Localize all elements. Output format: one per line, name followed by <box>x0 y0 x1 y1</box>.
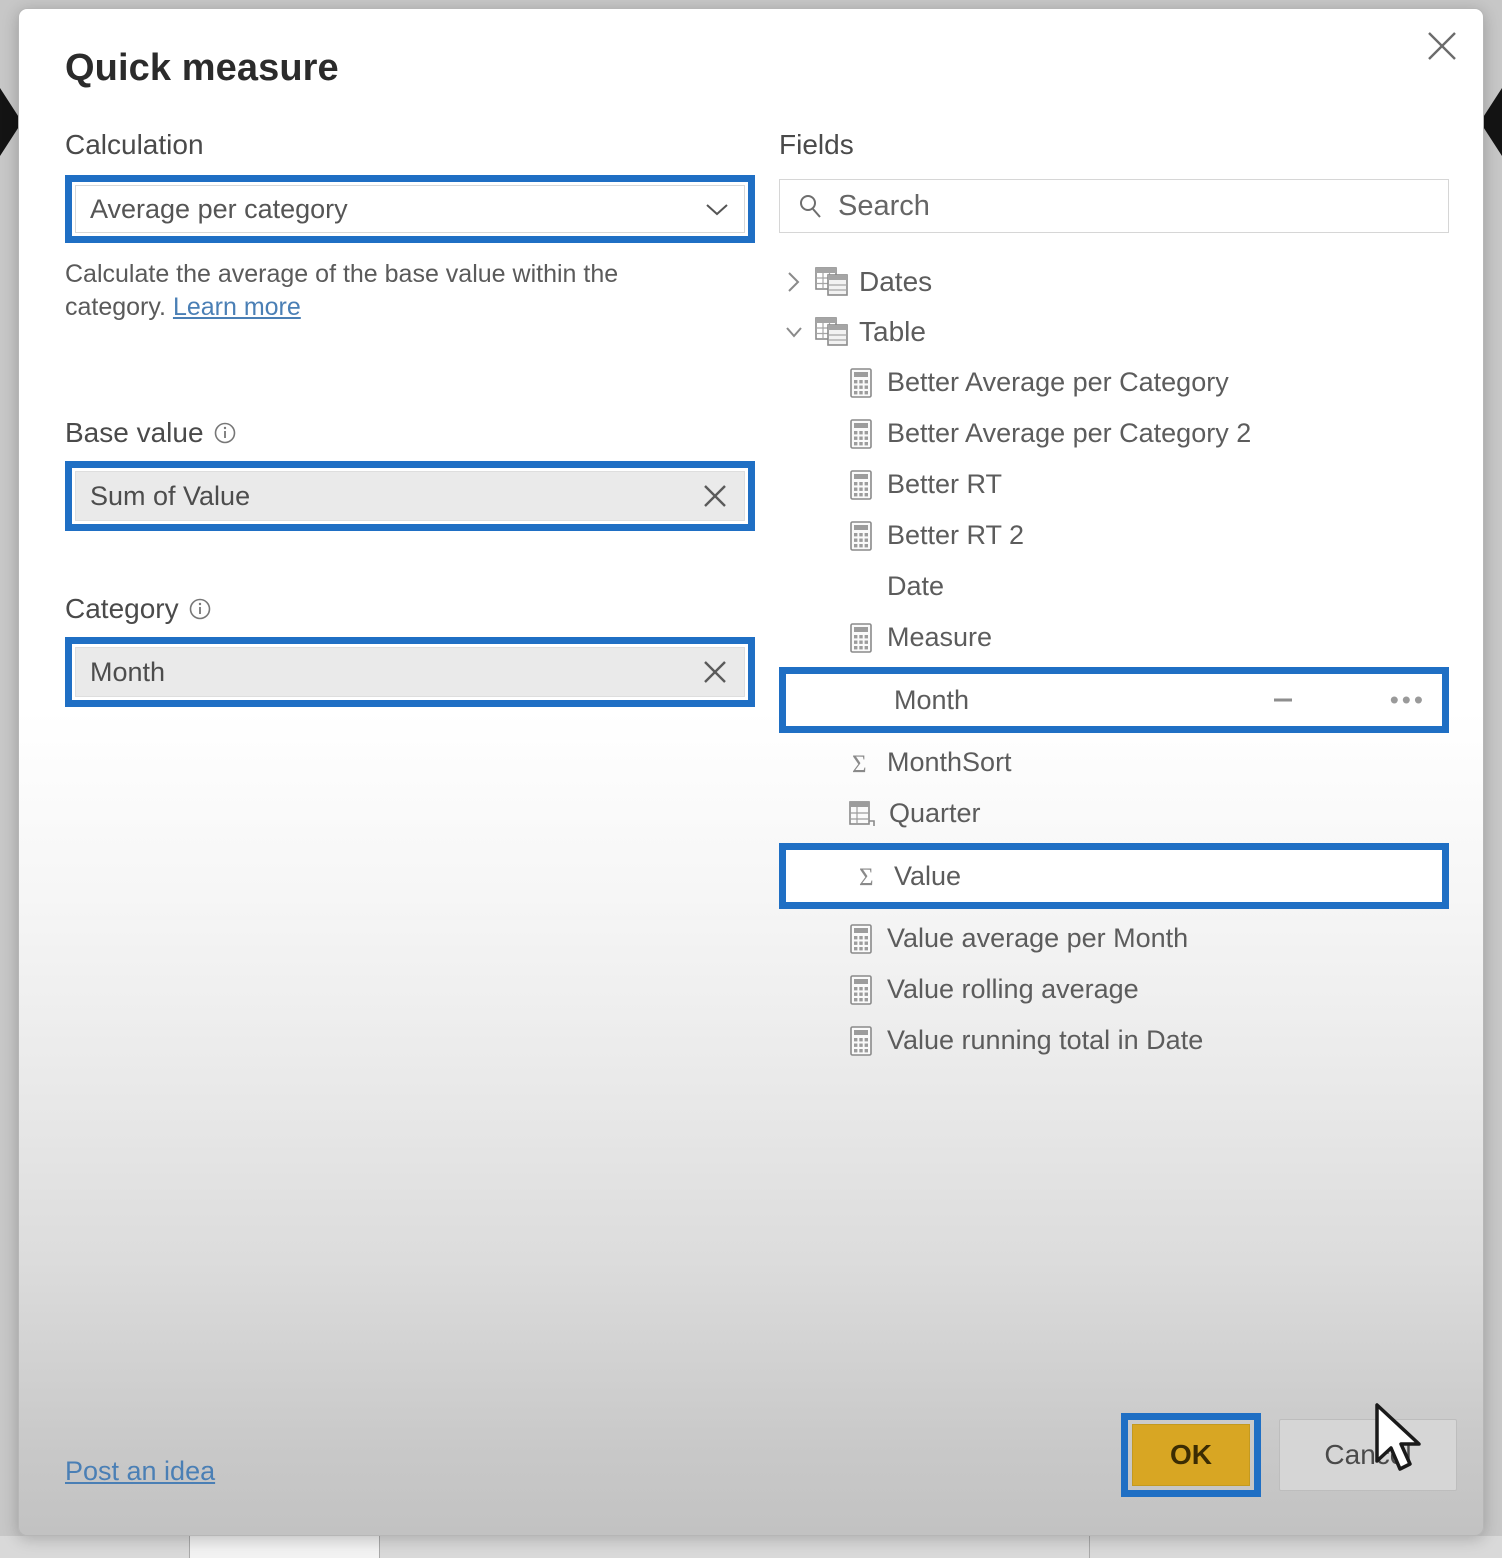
fields-title-text: Fields <box>779 129 854 160</box>
category-text: Month <box>90 656 166 687</box>
chevron-down-icon <box>706 204 728 216</box>
field-label: Measure <box>887 622 993 652</box>
field-more-options-button[interactable]: ••• <box>1390 685 1426 716</box>
category-annotation-box: Month <box>65 637 755 707</box>
category-label: Category <box>65 593 755 625</box>
chevron-right-icon[interactable] <box>783 269 805 295</box>
cancel-button[interactable]: Cancel <box>1279 1419 1457 1491</box>
calculation-description-line2: category. <box>65 292 166 321</box>
hierarchy-icon <box>849 800 875 826</box>
fields-panel: Fields Search Dates Table Better Average… <box>779 129 1449 1066</box>
field-label: Month <box>894 684 970 715</box>
calculator-icon <box>850 367 872 398</box>
ok-button-annotation-box: OK <box>1121 1413 1261 1497</box>
field-row[interactable]: Σ MonthSort <box>779 737 1449 788</box>
tree-table-dates-label: Dates <box>859 266 933 297</box>
field-label: Date <box>887 571 945 601</box>
field-row-month-annotation-box: Month ••• <box>779 667 1449 733</box>
calculator-icon <box>850 1025 872 1056</box>
quick-measure-dialog: Quick measure Calculation Average per ca… <box>18 8 1484 1536</box>
field-row[interactable]: Better Average per Category 2 <box>779 408 1449 459</box>
field-row[interactable]: Measure <box>779 612 1449 663</box>
sigma-icon: Σ <box>852 751 867 778</box>
chevron-down-icon[interactable] <box>783 319 805 345</box>
background-page-tab[interactable] <box>1090 1536 1502 1558</box>
field-row[interactable]: Date <box>779 561 1449 612</box>
calculation-label-text: Calculation <box>65 129 204 160</box>
field-row[interactable]: Value running total in Date <box>779 1015 1449 1066</box>
background-page-tab[interactable] <box>380 1536 1090 1558</box>
left-panel: Calculation Average per category Calcula… <box>65 129 755 707</box>
calculation-annotation-box: Average per category <box>65 175 755 243</box>
field-row[interactable]: Value rolling average <box>779 964 1449 1015</box>
ok-button[interactable]: OK <box>1132 1424 1250 1486</box>
field-row[interactable]: Better RT <box>779 459 1449 510</box>
calculation-description: Calculate the average of the base value … <box>65 258 665 323</box>
calculator-icon <box>850 418 872 449</box>
field-row[interactable]: Better RT 2 <box>779 510 1449 561</box>
tree-table-table-label: Table <box>859 316 926 347</box>
calculator-icon <box>850 520 872 551</box>
field-label: Better Average per Category <box>887 367 1229 397</box>
calculation-description-line1: Calculate the average of the base value … <box>65 260 619 288</box>
field-row-value-annotation-box: Σ Value <box>779 843 1449 909</box>
field-row[interactable]: Better Average per Category <box>779 357 1449 408</box>
close-icon <box>1428 32 1456 60</box>
table-icon <box>815 317 848 346</box>
info-icon[interactable] <box>188 597 212 621</box>
tree-table-table[interactable]: Table <box>779 307 1449 357</box>
calculator-icon <box>850 974 872 1005</box>
category-label-text: Category <box>65 593 179 624</box>
field-label: Better Average per Category 2 <box>887 418 1252 448</box>
field-label: Value average per Month <box>887 923 1189 953</box>
calculator-icon <box>850 469 872 500</box>
calculation-selected-value: Average per category <box>90 193 348 224</box>
dialog-footer-buttons: OK Cancel <box>1121 1413 1457 1497</box>
calculation-dropdown[interactable]: Average per category <box>75 185 745 233</box>
close-icon[interactable] <box>700 481 730 511</box>
base-value-label: Base value <box>65 417 755 449</box>
base-value-annotation-box: Sum of Value <box>65 461 755 531</box>
field-label: Value rolling average <box>887 974 1139 1004</box>
post-an-idea-link[interactable]: Post an idea <box>65 1456 215 1487</box>
field-label: Value running total in Date <box>887 1025 1204 1055</box>
field-row[interactable]: Value average per Month <box>779 913 1449 964</box>
close-icon[interactable] <box>700 657 730 687</box>
dialog-title: Quick measure <box>65 47 339 89</box>
calculator-icon <box>850 622 872 653</box>
field-label: Better RT <box>887 469 1003 499</box>
sigma-icon: Σ <box>859 864 874 891</box>
drag-indicator-icon <box>1274 698 1292 702</box>
svg-text:Σ: Σ <box>859 864 874 891</box>
field-label: Value <box>894 860 962 891</box>
field-label: Quarter <box>889 798 981 828</box>
table-icon <box>815 267 848 296</box>
field-row[interactable]: Quarter <box>779 788 1449 839</box>
base-value-text: Sum of Value <box>90 480 251 511</box>
background-page-tab-active[interactable] <box>190 1536 380 1558</box>
learn-more-link[interactable]: Learn more <box>173 293 301 321</box>
calculator-icon <box>850 923 872 954</box>
field-label: Better RT 2 <box>887 520 1025 550</box>
info-icon[interactable] <box>213 421 237 445</box>
fields-tree: Dates Table Better Average per Category … <box>779 257 1449 1066</box>
screen: Quick measure Calculation Average per ca… <box>0 0 1502 1558</box>
close-button[interactable] <box>1415 19 1469 73</box>
search-icon <box>800 195 821 218</box>
calculation-label: Calculation <box>65 129 755 161</box>
svg-text:Σ: Σ <box>852 751 867 778</box>
background-page-tab[interactable] <box>0 1536 190 1558</box>
search-placeholder: Search <box>838 189 930 222</box>
field-row-month[interactable]: Month ••• <box>786 674 1442 726</box>
field-label: MonthSort <box>887 747 1012 777</box>
category-field-well[interactable]: Month <box>75 647 745 697</box>
base-value-label-text: Base value <box>65 417 204 448</box>
field-row-value[interactable]: Σ Value <box>786 850 1442 902</box>
search-input[interactable]: Search <box>779 179 1449 233</box>
fields-title: Fields <box>779 129 1449 161</box>
tree-table-dates[interactable]: Dates <box>779 257 1449 307</box>
base-value-field-well[interactable]: Sum of Value <box>75 471 745 521</box>
